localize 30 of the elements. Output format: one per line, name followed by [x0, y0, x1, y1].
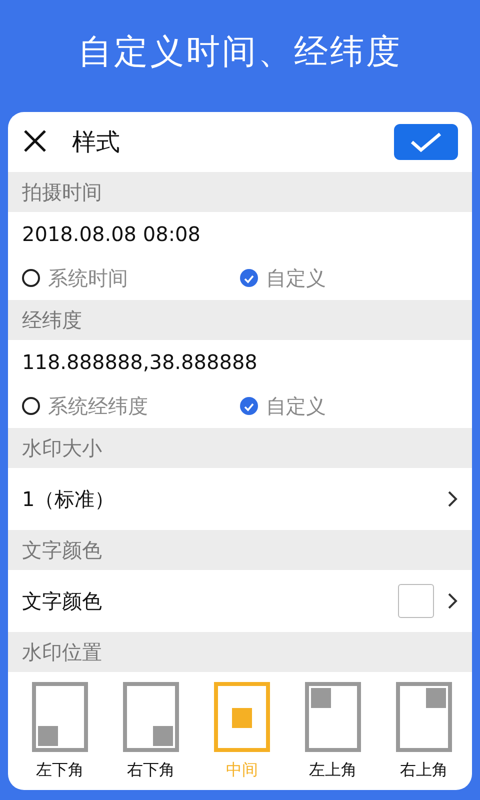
position-option[interactable]: 右下角 — [117, 682, 185, 781]
color-swatch[interactable] — [398, 584, 434, 618]
value-text: 118.888888,38.888888 — [21, 349, 258, 376]
chevron-right-icon — [446, 591, 458, 611]
check-icon — [410, 131, 442, 153]
section-label: 水印大小 — [8, 428, 472, 468]
chevron-right-icon — [446, 489, 458, 509]
section-label: 水印位置 — [8, 632, 472, 672]
radio-option[interactable]: 系统时间 — [22, 264, 240, 292]
dialog-title: 样式 — [72, 127, 121, 158]
value-text: 2018.08.08 08:08 — [21, 221, 202, 248]
position-option[interactable]: 中间 — [208, 682, 276, 781]
confirm-button[interactable] — [394, 124, 458, 160]
page-position-icon — [396, 682, 452, 752]
section-label: 经纬度 — [8, 300, 472, 340]
section-label: 拍摄时间 — [8, 172, 472, 212]
section-label: 文字颜色 — [8, 530, 472, 570]
radio-option[interactable]: 自定义 — [240, 392, 458, 420]
row-label: 文字颜色 — [22, 588, 103, 614]
page-position-icon — [305, 682, 361, 752]
radio-option[interactable]: 自定义 — [240, 264, 458, 292]
page-title: 自定义时间、经纬度 — [77, 31, 403, 74]
page-position-icon — [214, 682, 270, 752]
page-position-icon — [123, 682, 179, 752]
position-option[interactable]: 左上角 — [299, 682, 367, 781]
position-option[interactable]: 右上角 — [390, 682, 458, 781]
radio-option[interactable]: 系统经纬度 — [22, 392, 240, 420]
value-text: 1（标准） — [22, 486, 116, 512]
page-position-icon — [32, 682, 88, 752]
position-option[interactable]: 左下角 — [26, 682, 94, 781]
